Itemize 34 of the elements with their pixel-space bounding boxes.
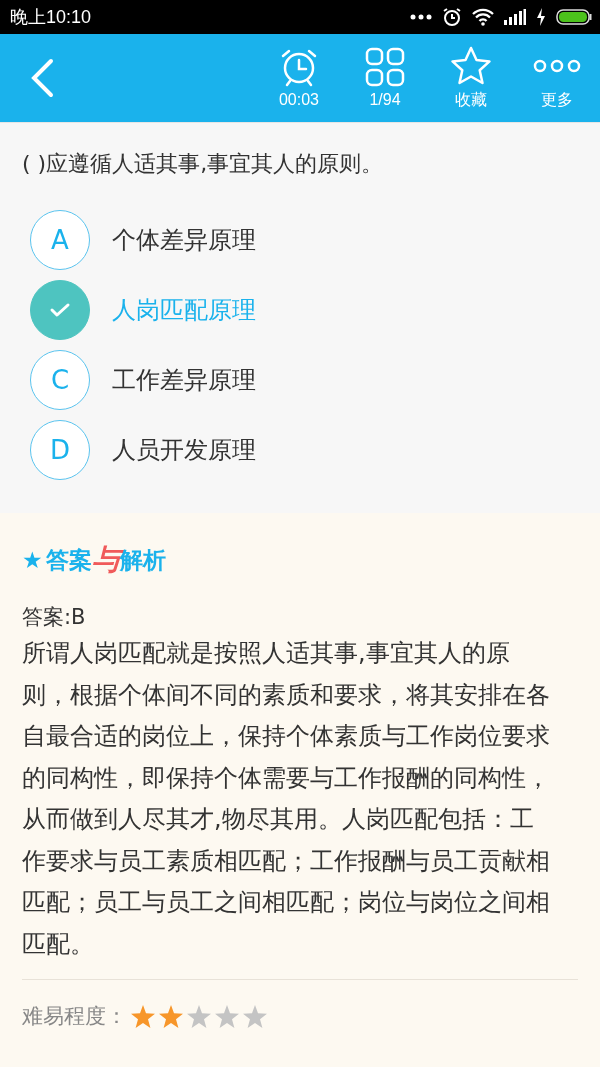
star-icon <box>131 1004 155 1028</box>
grid-icon <box>365 47 405 87</box>
option-text[interactable]: 人岗匹配原理 <box>112 294 256 326</box>
check-icon <box>49 302 71 318</box>
analysis-heading: ★答案与解析 <box>22 542 166 578</box>
back-icon <box>30 58 54 98</box>
question-text: ( )应遵循人适其事,事宜其人的原则。 <box>22 150 385 178</box>
alarm-icon <box>442 7 462 27</box>
option-marker[interactable]: D <box>30 420 90 480</box>
option-text[interactable]: 个体差异原理 <box>112 224 256 256</box>
difficulty-label: 难易程度： <box>22 1003 127 1030</box>
status-time: 晚上10:10 <box>10 6 92 29</box>
grid-tool-button[interactable]: 1/94 <box>342 34 428 122</box>
star-icon <box>450 45 492 86</box>
wifi-icon <box>472 8 494 26</box>
option-text[interactable]: 人员开发原理 <box>112 434 256 466</box>
star-icon <box>243 1004 267 1028</box>
star-icon <box>187 1004 211 1028</box>
option-marker[interactable]: C <box>30 350 90 410</box>
option-marker[interactable] <box>30 280 90 340</box>
star-tool-button[interactable]: 收藏 <box>428 34 514 122</box>
charging-icon <box>536 8 546 26</box>
answer-text: 答案:B <box>22 604 87 631</box>
alarm-clock-icon <box>279 47 319 87</box>
signal-icon <box>504 9 526 25</box>
star-icon <box>159 1004 183 1028</box>
option-text[interactable]: 工作差异原理 <box>112 364 256 396</box>
explanation-text: 所谓人岗匹配就是按照人适其事,事宜其人的原则，根据个体间不同的素质和要求，将其安排在各自最合适的岗位上，保持个体素质与工作岗位要求的同构性，即保持个体需要与工作报酬的同构性，从而做到人尽其才,物尽其用。人岗匹配包括：工作要求与员工素质相匹配；工作报酬与员工贡献相匹配；员工与员工之间相匹配；岗位与岗位之间相匹配。 <box>22 638 551 960</box>
dots-icon <box>410 14 432 20</box>
more-tool-button[interactable]: 更多 <box>514 34 600 122</box>
battery-icon <box>556 9 592 25</box>
star-icon <box>215 1004 239 1028</box>
timer-tool-button[interactable]: 00:03 <box>256 34 342 122</box>
option-marker[interactable]: A <box>30 210 90 270</box>
